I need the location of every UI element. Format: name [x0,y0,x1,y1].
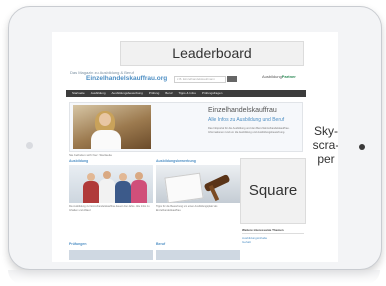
person-head-4 [135,172,143,180]
hero-title: Einzelhandelskauffrau [208,107,277,114]
section-image-beruf[interactable] [156,250,240,260]
hero-photo [73,105,151,149]
leaderboard-ad[interactable]: Leaderboard [120,41,304,66]
skyscraper-label-1: Sky- [314,124,338,138]
nav-item-pruefungsfragen[interactable]: Prüfungsfragen [202,90,223,97]
related-topics: Weitere interessante Themen Ausbildungsi… [242,228,304,245]
related-link-2[interactable]: Gehalt [242,240,304,245]
partner-logo[interactable]: AusbildungPartner [262,74,296,79]
partner-label: Ausbildung [262,74,282,79]
home-button[interactable] [359,144,365,150]
hero-photo-face [99,113,111,126]
site-logo[interactable]: Einzelhandelskauffrau.org [86,75,167,82]
nav-item-tipps[interactable]: Tipps & Infos [178,90,195,97]
person-body-2 [99,179,115,203]
hero-subtitle: Alle Infos zu Ausbildung und Beruf [208,117,285,123]
nav-item-ausbildung[interactable]: Ausbildung [91,90,106,97]
gavel-head [203,173,231,193]
teaser-ausbildung[interactable]: Ausbildung Die Ausbildung zur Einzelhand… [69,159,153,212]
teaser-text: Die Ausbildung zur Einzelhandelskauffrau… [69,205,150,212]
person-head-2 [103,171,111,179]
person-head-1 [87,173,95,181]
tablet-reflection [8,270,380,284]
gavel-handle [208,184,220,202]
skyscraper-ad[interactable]: Sky- scra- per [308,124,338,166]
search-button[interactable] [227,76,237,82]
square-ad[interactable]: Square [240,158,306,224]
person-body-3 [115,181,131,203]
teaser-ausbildungsbewerbung[interactable]: Ausbildungsbewerbung Tipps für die Bewer… [156,159,240,212]
related-topics-heading: Weitere interessante Themen [242,228,304,234]
teaser-text: Tipps für die Bewerbung um einen Ausbild… [156,205,218,212]
section-image-pruefungen[interactable] [69,250,153,260]
hero-text: Das Infoportal für die Ausbildung und de… [208,127,290,134]
section-title-pruefungen[interactable]: Prüfungen [69,242,87,246]
hero-banner: Einzelhandelskauffrau Alle Infos zu Ausb… [69,102,303,152]
nav-item-startseite[interactable]: Startseite [72,90,85,97]
section-title-beruf[interactable]: Beruf [156,242,165,246]
hero-photo-body [91,130,121,149]
breadcrumb: Sie befinden sich hier: Startseite [69,153,113,157]
skyscraper-label-2: scra- [312,138,338,152]
person-head-3 [119,173,127,181]
person-body-4 [131,180,147,203]
partner-brand: Partner [281,74,296,79]
person-body-1 [83,181,99,203]
teaser-image-group-photo[interactable] [69,165,153,203]
nav-item-pruefung[interactable]: Prüfung [149,90,160,97]
tablet-screen: Leaderboard Sky- scra- per Das Magazin z… [52,32,338,262]
nav-item-ausbildungsbewerbung[interactable]: Ausbildungsbewerbung [112,90,143,97]
teaser-image-gavel[interactable] [156,165,240,203]
search-input[interactable]: z.B. Einzelhandelskaufmann [174,76,226,83]
site-header: Das Magazin zu Ausbildung & Beruf Einzel… [66,69,306,89]
nav-item-beruf[interactable]: Beruf [165,90,172,97]
main-nav: Startseite Ausbildung Ausbildungsbewerbu… [66,90,306,97]
camera-dot [26,142,33,149]
skyscraper-label-3: per [317,152,335,166]
document-sheet [164,172,204,203]
